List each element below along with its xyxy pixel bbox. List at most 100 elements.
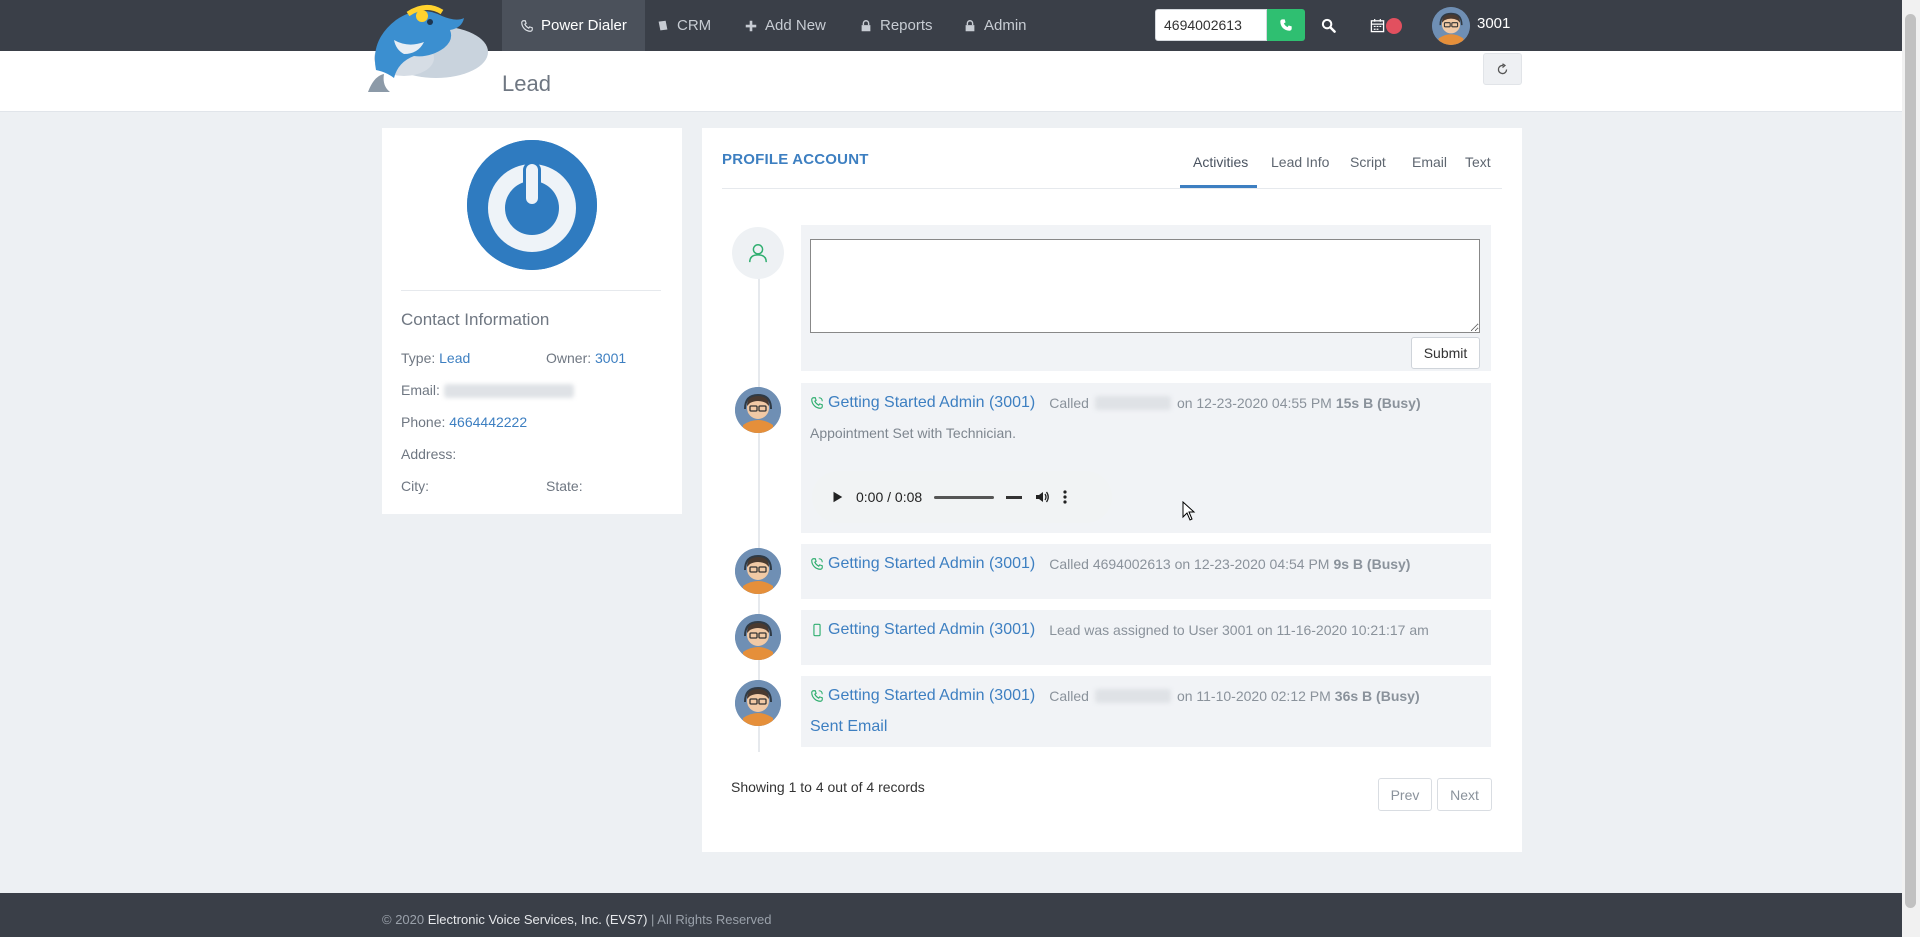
notification-badge[interactable] xyxy=(1386,18,1402,34)
activity-header: Getting Started Admin (3001) Called 4694… xyxy=(810,555,1410,573)
profile-account-title: PROFILE ACCOUNT xyxy=(722,151,869,168)
timeline-line xyxy=(758,252,760,752)
nav-label: Admin xyxy=(984,17,1027,34)
headset-avatar-icon xyxy=(735,548,781,594)
activity-duration: 15s B (Busy) xyxy=(1335,395,1421,411)
type-field: Type: Lead xyxy=(401,350,470,366)
volume-icon xyxy=(1036,491,1050,503)
tab-activities[interactable]: Activities xyxy=(1193,154,1248,170)
book-icon xyxy=(658,20,668,30)
nav-label: Add New xyxy=(765,17,826,34)
phone-icon xyxy=(1280,19,1292,31)
sent-email-link[interactable]: Sent Email xyxy=(810,718,887,736)
nav-label: Power Dialer xyxy=(541,17,627,34)
dial-number-input[interactable] xyxy=(1155,9,1267,41)
activity-text: Lead was assigned to User 3001 on 11-16-… xyxy=(1049,622,1429,638)
lock-icon xyxy=(861,19,871,31)
divider xyxy=(401,290,661,291)
activity-duration: 9s B (Busy) xyxy=(1333,556,1411,572)
phone-value[interactable]: 4664442222 xyxy=(449,414,527,430)
tab-script[interactable]: Script xyxy=(1350,154,1386,170)
nav-admin[interactable]: Admin xyxy=(945,0,1045,51)
prev-button[interactable]: Prev xyxy=(1378,778,1432,811)
footer-year: © 2020 xyxy=(382,912,425,927)
footer-copyright: © 2020 Electronic Voice Services, Inc. (… xyxy=(382,912,771,927)
activity-item: Getting Started Admin (3001) Lead was as… xyxy=(801,610,1491,665)
activity-note-textarea[interactable] xyxy=(810,239,1480,333)
address-field: Address: xyxy=(401,446,456,462)
type-value[interactable]: Lead xyxy=(439,350,470,366)
phone-field: Phone: 4664442222 xyxy=(401,414,527,430)
refresh-button[interactable] xyxy=(1483,53,1522,85)
activity-header: Getting Started Admin (3001) Called on 1… xyxy=(810,687,1420,705)
lock-icon xyxy=(965,19,975,31)
profile-account-card: PROFILE ACCOUNT Activities Lead Info Scr… xyxy=(702,128,1522,852)
headset-avatar-icon xyxy=(1432,7,1470,45)
activity-text: Called xyxy=(1049,395,1089,411)
contact-info-title: Contact Information xyxy=(401,310,550,329)
audio-progress-track[interactable] xyxy=(934,495,995,499)
activity-text: Called xyxy=(1049,688,1089,704)
volume-track[interactable] xyxy=(1006,495,1023,499)
audio-player[interactable]: 0:00 / 0:08 xyxy=(812,471,1112,523)
avatar xyxy=(735,614,781,660)
avatar xyxy=(735,548,781,594)
state-label: State: xyxy=(546,478,583,494)
search-button[interactable] xyxy=(1316,13,1340,37)
activity-duration: 36s B (Busy) xyxy=(1334,688,1420,704)
records-summary: Showing 1 to 4 out of 4 records xyxy=(731,779,925,795)
nav-power-dialer[interactable]: Power Dialer xyxy=(502,0,645,51)
activity-item: Getting Started Admin (3001) Called on 1… xyxy=(801,383,1491,533)
owner-value[interactable]: 3001 xyxy=(595,350,626,366)
activity-note: Appointment Set with Technician. xyxy=(810,425,1016,441)
city-field: City: xyxy=(401,478,429,494)
phone-call-icon xyxy=(811,690,823,702)
top-navbar: Power Dialer CRM Add New Reports Admin 3… xyxy=(0,0,1902,51)
activity-header: Getting Started Admin (3001) Lead was as… xyxy=(810,621,1429,639)
nav-crm[interactable]: CRM xyxy=(638,0,729,51)
scrollbar-thumb[interactable] xyxy=(1905,14,1916,908)
email-field: Email: xyxy=(401,382,574,399)
activity-header: Getting Started Admin (3001) Called on 1… xyxy=(810,394,1421,412)
avatar xyxy=(735,387,781,433)
tab-text[interactable]: Text xyxy=(1465,154,1491,170)
user-name[interactable]: 3001 xyxy=(1477,15,1510,32)
nav-add-new[interactable]: Add New xyxy=(726,0,844,51)
phone-call-icon xyxy=(811,558,823,570)
type-label: Type: xyxy=(401,350,436,366)
tabs-divider xyxy=(722,188,1502,189)
dolphin-logo[interactable] xyxy=(364,0,489,92)
redacted-number xyxy=(1094,396,1171,410)
email-label: Email: xyxy=(401,382,440,398)
submit-button[interactable]: Submit xyxy=(1411,337,1480,369)
audio-time: 0:00 / 0:08 xyxy=(856,489,923,505)
address-label: Address: xyxy=(401,446,457,462)
activity-user-link[interactable]: Getting Started Admin (3001) xyxy=(828,621,1035,639)
activity-item: Getting Started Admin (3001) Called 4694… xyxy=(801,544,1491,599)
activity-text: Called 4694002613 on 12-23-2020 04:54 PM xyxy=(1049,556,1330,572)
nav-reports[interactable]: Reports xyxy=(841,0,951,51)
power-logo-icon xyxy=(467,140,597,270)
next-button[interactable]: Next xyxy=(1437,778,1492,811)
mouse-cursor-icon xyxy=(1182,501,1196,521)
contact-card: Contact Information Type: Lead Owner: 30… xyxy=(382,128,682,514)
dolphin-logo-icon xyxy=(368,5,488,92)
user-outline-icon xyxy=(749,244,767,263)
avatar xyxy=(735,680,781,726)
activity-item: Getting Started Admin (3001) Called on 1… xyxy=(801,676,1491,747)
nav-label: CRM xyxy=(677,17,712,34)
mobile-phone-icon xyxy=(813,623,821,637)
tab-lead-info[interactable]: Lead Info xyxy=(1271,154,1329,170)
activity-user-link[interactable]: Getting Started Admin (3001) xyxy=(828,555,1035,573)
activity-user-link[interactable]: Getting Started Admin (3001) xyxy=(828,687,1035,705)
activity-user-link[interactable]: Getting Started Admin (3001) xyxy=(828,394,1035,412)
owner-label: Owner: xyxy=(546,350,592,366)
user-avatar[interactable] xyxy=(1432,7,1470,45)
tab-email[interactable]: Email xyxy=(1412,154,1447,170)
page-header: Lead xyxy=(0,51,1902,112)
play-icon xyxy=(833,491,843,503)
calendar-icon xyxy=(1370,18,1384,32)
footer-company[interactable]: Electronic Voice Services, Inc. (EVS7) xyxy=(428,912,648,927)
call-button[interactable] xyxy=(1267,9,1305,41)
more-options-icon xyxy=(1063,490,1067,504)
